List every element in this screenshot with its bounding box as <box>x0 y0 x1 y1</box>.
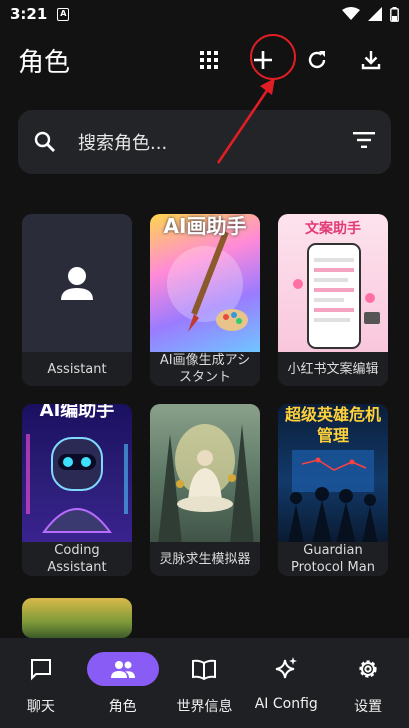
card-image: AI编助手 <box>22 404 132 544</box>
card-art-title: 超级英雄危机管理 <box>284 405 381 445</box>
character-card-guardian-protocol[interactable]: 超级英雄危机管理 Guardian Protocol Man <box>278 404 388 576</box>
download-button[interactable] <box>351 40 391 80</box>
battery-icon <box>390 6 399 22</box>
search-input[interactable]: 搜索角色... <box>78 129 167 155</box>
status-right <box>342 6 399 22</box>
search-icon <box>34 131 55 152</box>
nav-item-characters[interactable]: 角色 <box>83 652 163 716</box>
grid-view-button[interactable] <box>189 40 229 80</box>
card-label: AI画像生成アシスタント <box>150 352 260 386</box>
character-card-ai-image[interactable]: AI画助手 AI画像生成アシスタント <box>150 214 260 386</box>
card-image <box>22 214 132 354</box>
nav-label: AI Config <box>254 696 318 712</box>
character-card-survival-sim[interactable]: 灵脉求生模拟器 <box>150 404 260 576</box>
nav-icon-wrap <box>168 652 240 686</box>
chat-icon <box>30 659 51 681</box>
sparkle-icon <box>276 657 298 679</box>
nav-icon-wrap <box>332 652 404 686</box>
nav-item-settings[interactable]: 设置 <box>328 652 408 716</box>
card-label: 小红书文案编辑 <box>278 352 388 386</box>
page-title: 角色 <box>18 47 71 78</box>
card-label: Assistant <box>22 352 132 386</box>
card-art-title: AI编助手 <box>39 404 115 421</box>
add-button-highlight-circle <box>250 34 296 80</box>
card-label: Coding Assistant <box>22 542 132 576</box>
refresh-icon <box>308 51 326 69</box>
download-icon <box>361 51 381 70</box>
nav-icon-wrap-active <box>86 652 159 686</box>
nav-label: 设置 <box>354 699 383 715</box>
card-label: 灵脉求生模拟器 <box>150 542 260 576</box>
nav-label: 聊天 <box>26 699 55 715</box>
nav-icon-wrap <box>250 652 322 686</box>
wifi-icon <box>342 7 360 20</box>
character-card-xiaohongshu[interactable]: 文案助手 小红书文案编辑 <box>278 214 388 386</box>
nav-item-chat[interactable]: 聊天 <box>1 652 81 716</box>
card-image: 文案助手 <box>278 214 388 354</box>
people-icon <box>110 661 135 678</box>
nav-item-world-info[interactable]: 世界信息 <box>164 652 244 716</box>
book-icon <box>192 659 217 680</box>
sim-icon: A <box>57 7 70 21</box>
gear-icon <box>359 660 377 678</box>
nav-label: 角色 <box>108 699 137 715</box>
filter-icon <box>353 132 375 148</box>
card-label: Guardian Protocol Man <box>278 542 388 576</box>
person-icon <box>61 267 93 300</box>
status-time: 3:21 <box>10 5 48 23</box>
card-art-title: AI画助手 <box>163 214 247 238</box>
character-card-partial[interactable] <box>22 598 132 638</box>
status-bar: 3:21 A <box>0 0 409 28</box>
app-bar: 角色 <box>0 28 409 92</box>
bottom-navigation: 聊天 角色 世界信息 AI Config 设置 <box>0 638 409 728</box>
character-card-assistant[interactable]: Assistant <box>22 214 132 386</box>
robot-icon <box>26 434 128 533</box>
nav-icon-wrap <box>5 652 77 686</box>
card-image: AI画助手 <box>150 214 260 354</box>
meditating-figure <box>158 424 254 544</box>
filter-button[interactable] <box>353 132 375 152</box>
character-card-coding[interactable]: AI编助手 Coding Assistant <box>22 404 132 576</box>
search-bar[interactable]: 搜索角色... <box>18 110 391 174</box>
nav-label: 世界信息 <box>176 699 233 715</box>
nav-item-ai-config[interactable]: AI Config <box>246 652 326 712</box>
refresh-button[interactable] <box>297 40 337 80</box>
grid-icon <box>200 51 218 69</box>
card-image <box>22 598 132 638</box>
card-image: 超级英雄危机管理 <box>278 404 388 544</box>
card-art-title: 文案助手 <box>305 221 361 237</box>
signal-icon <box>368 7 382 21</box>
card-image <box>150 404 260 544</box>
